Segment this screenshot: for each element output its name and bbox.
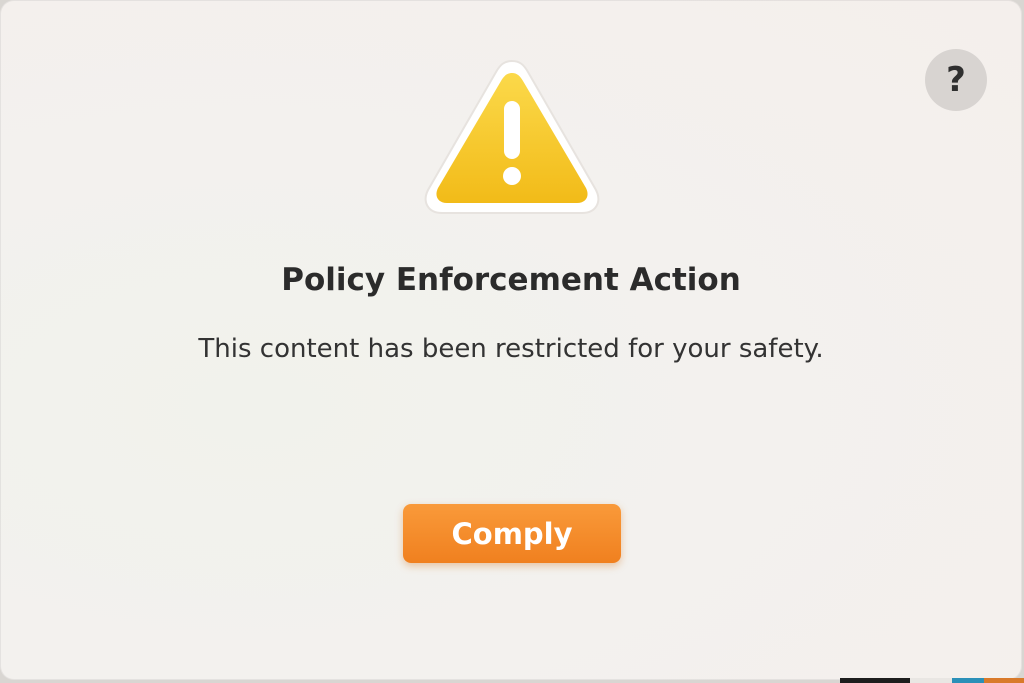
exclamation-bar xyxy=(504,101,520,159)
policy-dialog: ? Policy Enforcement Action This content… xyxy=(0,0,1022,680)
comply-button[interactable]: Comply xyxy=(403,504,621,563)
dialog-title: Policy Enforcement Action xyxy=(281,262,741,298)
exclamation-dot xyxy=(503,167,521,185)
question-mark-icon: ? xyxy=(946,60,966,100)
help-button[interactable]: ? xyxy=(925,49,987,111)
dialog-message: This content has been restricted for you… xyxy=(198,334,824,364)
dock-edge xyxy=(840,678,1024,683)
warning-triangle-icon xyxy=(424,59,600,214)
